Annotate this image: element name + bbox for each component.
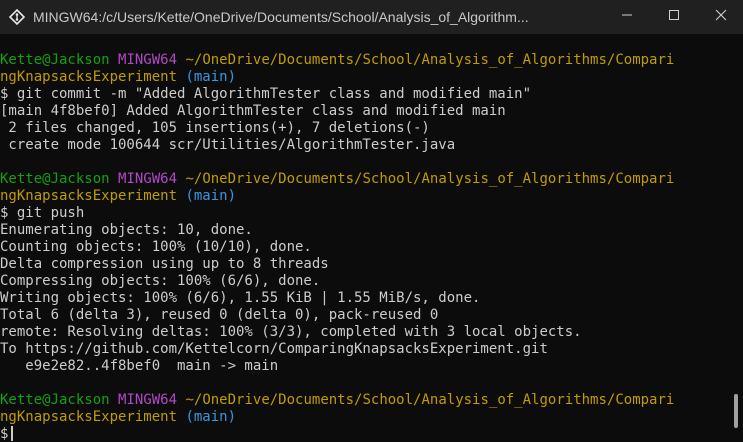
maximize-icon xyxy=(668,8,680,26)
output-line: Enumerating objects: 10, done. xyxy=(0,222,253,238)
prompt-branch: (main) xyxy=(185,69,237,85)
prompt-line-wrap: ngKnapsacksExperiment (main) xyxy=(0,69,728,86)
output-line: 2 files changed, 105 insertions(+), 7 de… xyxy=(0,120,430,136)
title-bar[interactable]: MINGW64:/c/Users/Kette/OneDrive/Document… xyxy=(0,0,743,34)
prompt-shell: MINGW64 xyxy=(118,392,178,408)
prompt-user-host: Kette@Jackson xyxy=(0,52,110,68)
window-controls xyxy=(605,0,743,34)
close-button[interactable] xyxy=(699,0,743,34)
close-icon xyxy=(715,8,727,26)
prompt-shell: MINGW64 xyxy=(118,171,178,187)
output-line: create mode 100644 scr/Utilities/Algorit… xyxy=(0,137,456,153)
scrollbar[interactable] xyxy=(729,34,743,442)
prompt-line: Kette@Jackson MINGW64 ~/OneDrive/Documen… xyxy=(0,52,728,69)
prompt-line-wrap: ngKnapsacksExperiment (main) xyxy=(0,188,728,205)
text-cursor xyxy=(11,426,14,441)
prompt-path-wrap: ngKnapsacksExperiment xyxy=(0,188,178,204)
git-bash-icon xyxy=(9,9,25,25)
window-title: MINGW64:/c/Users/Kette/OneDrive/Document… xyxy=(33,9,529,25)
prompt-line: Kette@Jackson MINGW64 ~/OneDrive/Documen… xyxy=(0,171,728,188)
output-line: Writing objects: 100% (6/6), 1.55 KiB | … xyxy=(0,290,481,306)
active-prompt-line[interactable]: $ xyxy=(0,426,728,442)
output-line: e9e2e82..4f8bef0 main -> main xyxy=(0,358,279,374)
output-line: Counting objects: 100% (10/10), done. xyxy=(0,239,312,255)
prompt-path-wrap: ngKnapsacksExperiment xyxy=(0,409,178,425)
scrollbar-thumb[interactable] xyxy=(734,394,738,428)
prompt-path-wrap: ngKnapsacksExperiment xyxy=(0,69,178,85)
prompt-shell: MINGW64 xyxy=(118,52,178,68)
terminal-window: MINGW64:/c/Users/Kette/OneDrive/Document… xyxy=(0,0,743,442)
output-line: remote: Resolving deltas: 100% (3/3), co… xyxy=(0,324,582,340)
minimize-icon xyxy=(621,8,633,26)
prompt-line: Kette@Jackson MINGW64 ~/OneDrive/Documen… xyxy=(0,392,728,409)
prompt-user-host: Kette@Jackson xyxy=(0,171,110,187)
output-line: Total 6 (delta 3), reused 0 (delta 0), p… xyxy=(0,307,439,323)
prompt-path: ~/OneDrive/Documents/School/Analysis_of_… xyxy=(185,392,675,408)
output-line: Compressing objects: 100% (6/6), done. xyxy=(0,273,321,289)
maximize-button[interactable] xyxy=(652,0,696,34)
prompt-path: ~/OneDrive/Documents/School/Analysis_of_… xyxy=(185,171,675,187)
prompt-branch: (main) xyxy=(185,409,237,425)
minimize-button[interactable] xyxy=(605,0,649,34)
prompt-user-host: Kette@Jackson xyxy=(0,392,110,408)
command-line: $ git push xyxy=(0,205,85,221)
prompt-line-wrap: ngKnapsacksExperiment (main) xyxy=(0,409,728,426)
prompt-symbol: $ xyxy=(0,426,9,442)
prompt-path: ~/OneDrive/Documents/School/Analysis_of_… xyxy=(185,52,675,68)
output-line: To https://github.com/Kettelcorn/Compari… xyxy=(0,341,548,357)
terminal-output[interactable]: Kette@Jackson MINGW64 ~/OneDrive/Documen… xyxy=(0,34,728,442)
output-line: [main 4f8bef0] Added AlgorithmTester cla… xyxy=(0,103,506,119)
command-line: $ git commit -m "Added AlgorithmTester c… xyxy=(0,86,532,102)
output-line: Delta compression using up to 8 threads xyxy=(0,256,329,272)
prompt-branch: (main) xyxy=(185,188,237,204)
